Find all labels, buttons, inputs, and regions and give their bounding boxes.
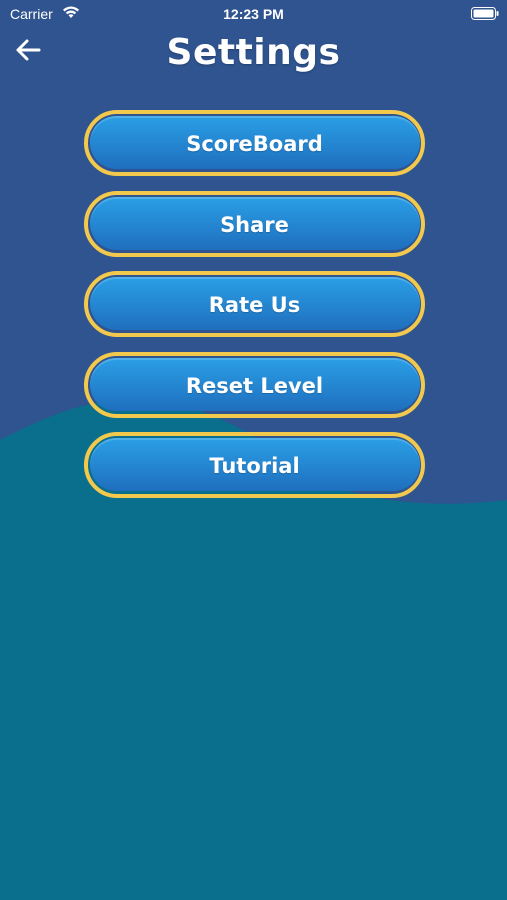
button-label: Reset Level: [185, 373, 324, 398]
settings-menu: ScoreBoard Share Rate Us Reset Level Tut…: [84, 110, 425, 513]
header: Settings: [0, 28, 507, 88]
battery-icon: [471, 7, 499, 23]
button-label: Rate Us: [208, 293, 301, 317]
rate-us-button[interactable]: Rate Us: [84, 271, 425, 337]
reset-level-button[interactable]: Reset Level: [84, 351, 425, 418]
scoreboard-button[interactable]: ScoreBoard: [84, 110, 425, 176]
status-bar: Carrier 12:23 PM: [0, 0, 507, 28]
button-label: ScoreBoard: [186, 132, 323, 156]
share-button[interactable]: Share: [84, 190, 425, 257]
button-label: Share: [220, 212, 289, 237]
page-title: Settings: [166, 32, 341, 73]
status-time: 12:23 PM: [223, 6, 284, 22]
tutorial-button[interactable]: Tutorial: [84, 432, 425, 498]
button-label: Tutorial: [209, 454, 300, 478]
